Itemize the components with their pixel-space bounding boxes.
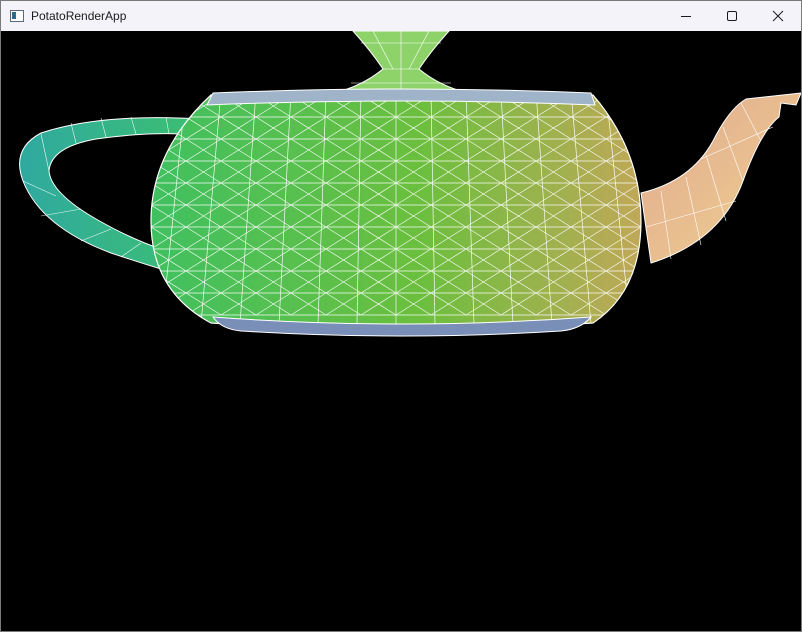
window-title: PotatoRenderApp — [31, 9, 127, 23]
caption-buttons — [663, 1, 801, 31]
close-icon — [772, 10, 784, 22]
maximize-icon — [727, 11, 737, 21]
minimize-button[interactable] — [663, 1, 709, 31]
minimize-icon — [681, 16, 691, 17]
title-bar[interactable]: PotatoRenderApp — [1, 1, 801, 31]
teapot-spout — [640, 92, 801, 264]
render-viewport[interactable] — [1, 31, 801, 631]
close-button[interactable] — [755, 1, 801, 31]
maximize-button[interactable] — [709, 1, 755, 31]
app-window-icon — [9, 8, 25, 24]
render-canvas — [19, 31, 801, 337]
app-window: PotatoRenderApp — [0, 0, 802, 632]
